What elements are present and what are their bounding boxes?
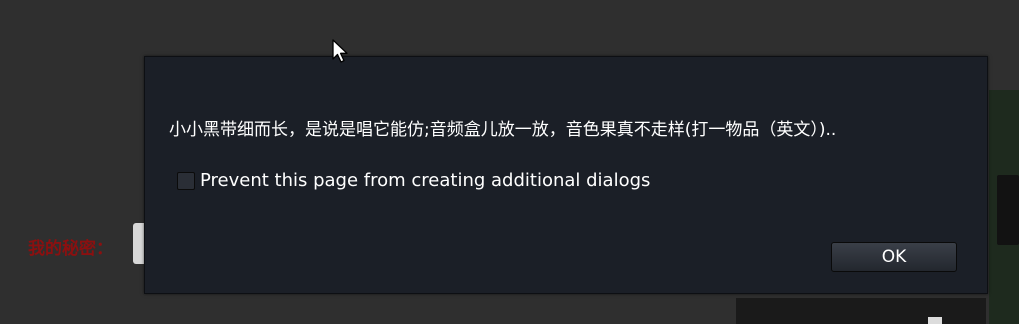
page-background: 我的秘密： 小小黑带细而长，是说是唱它能仿;音频盒儿放一放，音色果真不走样(打一… — [0, 0, 1019, 324]
alert-dialog: 小小黑带细而长，是说是唱它能仿;音频盒儿放一放，音色果真不走样(打一物品（英文）… — [144, 56, 988, 294]
secret-label: 我的秘密： — [28, 239, 113, 259]
prevent-dialogs-option[interactable]: Prevent this page from creating addition… — [177, 170, 650, 191]
background-dark-block — [997, 175, 1019, 245]
background-light-nub — [928, 317, 942, 324]
ok-button[interactable]: OK — [831, 242, 957, 272]
background-bottom-panel — [736, 298, 986, 324]
mouse-pointer-icon — [332, 39, 348, 63]
prevent-dialogs-label[interactable]: Prevent this page from creating addition… — [200, 170, 650, 191]
prevent-dialogs-checkbox[interactable] — [177, 171, 195, 190]
dialog-message: 小小黑带细而长，是说是唱它能仿;音频盒儿放一放，音色果真不走样(打一物品（英文）… — [169, 120, 837, 140]
